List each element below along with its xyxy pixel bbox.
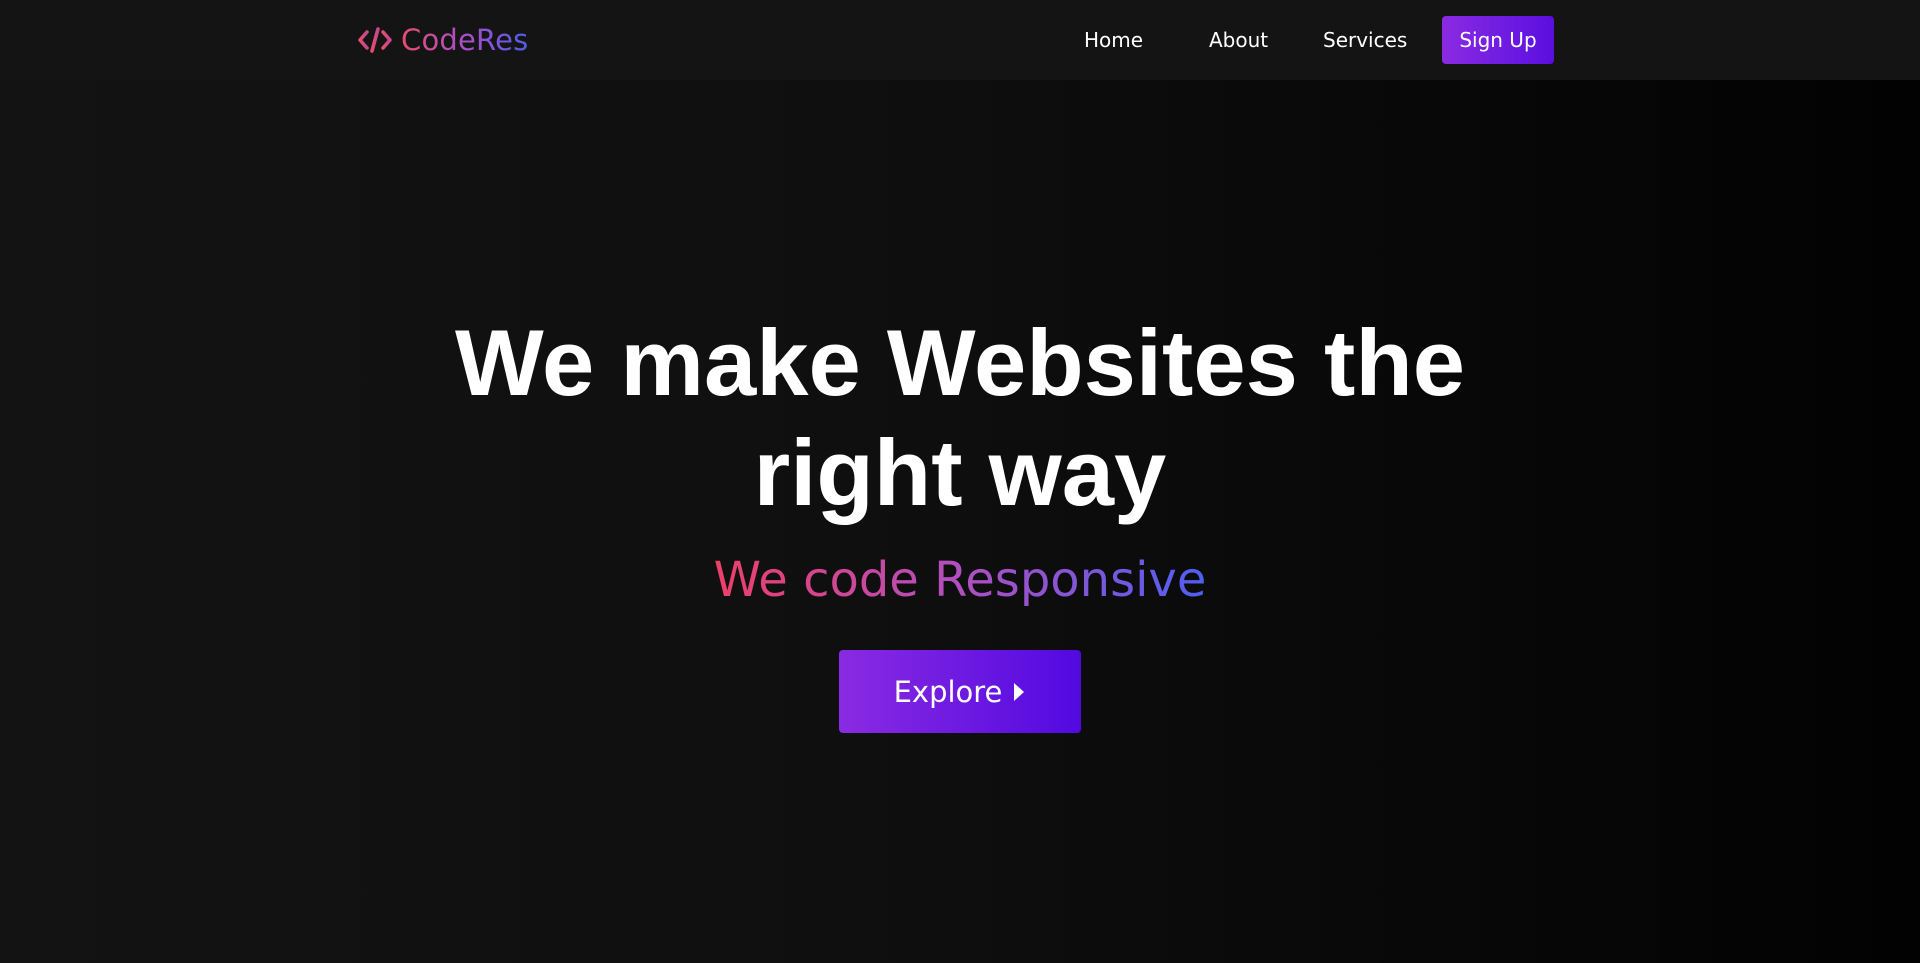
hero-subtitle: We code Responsive — [560, 550, 1360, 610]
hero-title: We make Websites the right way — [454, 310, 1466, 525]
hero-subtitle-text: We code Responsive — [713, 552, 1207, 608]
caret-right-icon — [1012, 675, 1026, 709]
explore-button-label: Explore — [893, 674, 1003, 709]
hero-section: We make Websites the right way We code R… — [0, 0, 1920, 963]
explore-button[interactable]: Explore — [839, 650, 1081, 733]
